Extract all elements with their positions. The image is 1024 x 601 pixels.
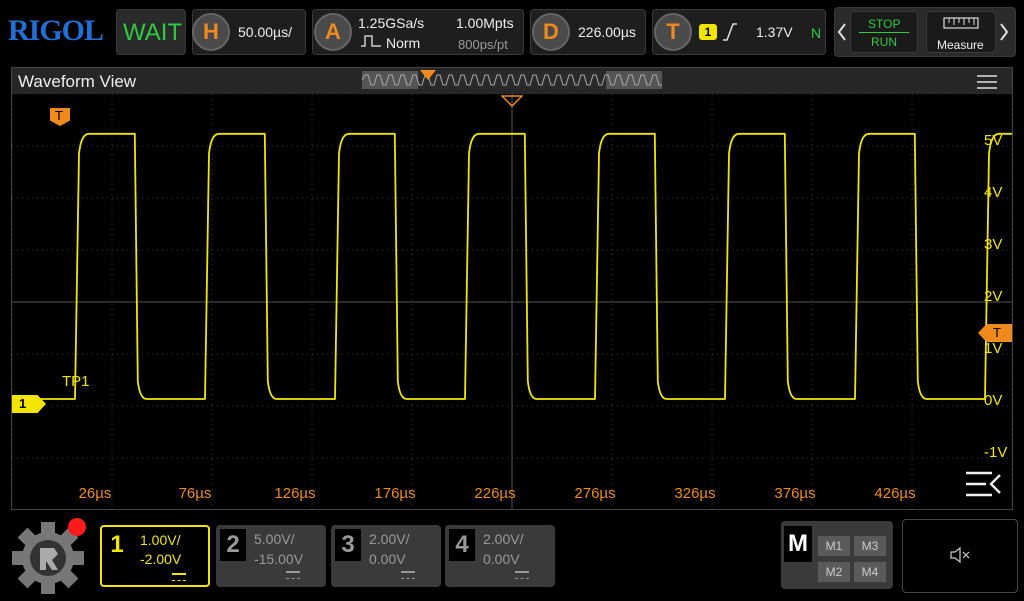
channel-4-scale: 2.00V/	[483, 531, 524, 547]
home-gear-button[interactable]	[10, 518, 86, 596]
channel-2-scale: 5.00V/	[254, 531, 295, 547]
channel-3-offset: 0.00V	[369, 551, 406, 567]
status-text: WAIT	[123, 19, 183, 46]
horizontal-scale: 50.00µs/	[238, 24, 292, 40]
audio-panel[interactable]	[902, 519, 1018, 593]
trigger-button[interactable]: T	[654, 13, 692, 51]
time-tick-label: 176µs	[374, 485, 415, 502]
trigger-level: 1.37V	[756, 24, 793, 40]
channel-3-scale: 2.00V/	[369, 531, 410, 547]
volt-tick-label: 3V	[984, 236, 1002, 253]
delay-marker-icon	[501, 95, 523, 107]
time-tick-label: 126µs	[274, 485, 315, 502]
channel-1-number: 1	[104, 529, 130, 561]
acquire-button[interactable]: A	[314, 13, 352, 51]
chevron-left-icon[interactable]	[837, 22, 847, 42]
volt-tick-label: 4V	[984, 184, 1002, 201]
trigger-level-marker-label: T	[993, 325, 1001, 340]
rigol-logo: RIGOL	[8, 14, 104, 47]
trigger-position-pointer	[420, 70, 436, 80]
channel-3-number: 3	[335, 529, 361, 561]
waveform-plot[interactable]: 5V 4V 3V 2V 1V 0V -1V 26µs 76µs 126µs 176µs 226µs 27…	[12, 94, 1012, 509]
dc-coupling-icon	[401, 571, 415, 579]
rising-edge-icon	[723, 23, 737, 41]
volt-tick-label: 1V	[984, 340, 1002, 357]
measure-label: Measure	[937, 38, 984, 52]
channel-label-tp1: TP1	[62, 373, 90, 390]
sample-rate: 1.25GSa/s	[358, 15, 425, 31]
time-resolution: 800ps/pt	[458, 37, 508, 52]
acquire-mode-icon	[361, 35, 381, 47]
trigger-source-badge: 1	[699, 24, 717, 40]
math-button[interactable]: M	[784, 526, 812, 562]
volt-tick-label: 5V	[984, 132, 1002, 149]
channel-1-offset: -2.00V	[140, 551, 182, 567]
channel-1-offset-label: 1	[19, 396, 27, 411]
delay-button[interactable]: D	[532, 13, 570, 51]
speaker-mute-icon[interactable]	[949, 546, 971, 564]
memory-depth: 1.00Mpts	[456, 15, 514, 31]
horizontal-button[interactable]: H	[192, 13, 230, 51]
volt-tick-label: 2V	[984, 288, 1002, 305]
channel-4-number: 4	[449, 529, 475, 561]
math-m4[interactable]: M4	[854, 562, 886, 582]
time-tick-label: 326µs	[674, 485, 715, 502]
channel-4-box[interactable]: 4 2.00V/0.00V	[445, 525, 555, 587]
volt-tick-label: -1V	[984, 444, 1007, 461]
waveform-view-title: Waveform View	[18, 72, 137, 91]
time-tick-label: 26µs	[79, 485, 112, 502]
memory-overview-bar[interactable]	[362, 71, 662, 89]
delay-value: 226.00µs	[578, 24, 636, 40]
channel-1-box[interactable]: 1 1.00V/ -2.00V	[100, 525, 210, 587]
time-tick-label: 276µs	[574, 485, 615, 502]
notification-dot	[68, 518, 86, 536]
chevron-right-icon[interactable]	[999, 22, 1009, 42]
acquisition-status: WAIT	[116, 9, 186, 55]
waveform-view[interactable]: Waveform View 5V 4V 3V 2V 1V 0V -1V 26µs 76µs 126…	[11, 67, 1013, 510]
stop-run-divider	[859, 32, 909, 33]
volt-tick-label: 0V	[984, 392, 1002, 409]
dc-coupling-icon	[172, 573, 186, 581]
menu-icon[interactable]	[976, 74, 998, 90]
math-panel[interactable]: M M1 M3 M2 M4	[781, 521, 893, 589]
time-tick-label: 376µs	[774, 485, 815, 502]
ruler-icon	[943, 17, 979, 29]
stop-label: STOP	[868, 17, 901, 31]
math-m2[interactable]: M2	[818, 562, 850, 582]
acquire-mode: Norm	[386, 35, 421, 51]
stop-run-button[interactable]: STOP RUN	[850, 11, 918, 53]
time-tick-label: 426µs	[874, 485, 915, 502]
channel-3-box[interactable]: 3 2.00V/0.00V	[331, 525, 441, 587]
channel-2-number: 2	[220, 529, 246, 561]
time-tick-label: 226µs	[474, 485, 515, 502]
measure-button[interactable]: Measure	[926, 11, 996, 53]
math-m1[interactable]: M1	[818, 536, 850, 556]
channel-2-box[interactable]: 2 5.00V/ -15.00V	[216, 525, 326, 587]
collapse-menu-icon[interactable]	[964, 470, 1002, 498]
dc-coupling-icon	[515, 571, 529, 579]
run-label: RUN	[871, 35, 897, 49]
math-m3[interactable]: M3	[854, 536, 886, 556]
trigger-time-marker-label: T	[55, 108, 63, 123]
time-tick-label: 76µs	[179, 485, 212, 502]
dc-coupling-icon	[286, 571, 300, 579]
trigger-mode: N	[811, 25, 822, 41]
channel-4-offset: 0.00V	[483, 551, 520, 567]
channel-1-scale: 1.00V/	[140, 532, 181, 548]
channel-2-offset: -15.00V	[254, 551, 304, 567]
